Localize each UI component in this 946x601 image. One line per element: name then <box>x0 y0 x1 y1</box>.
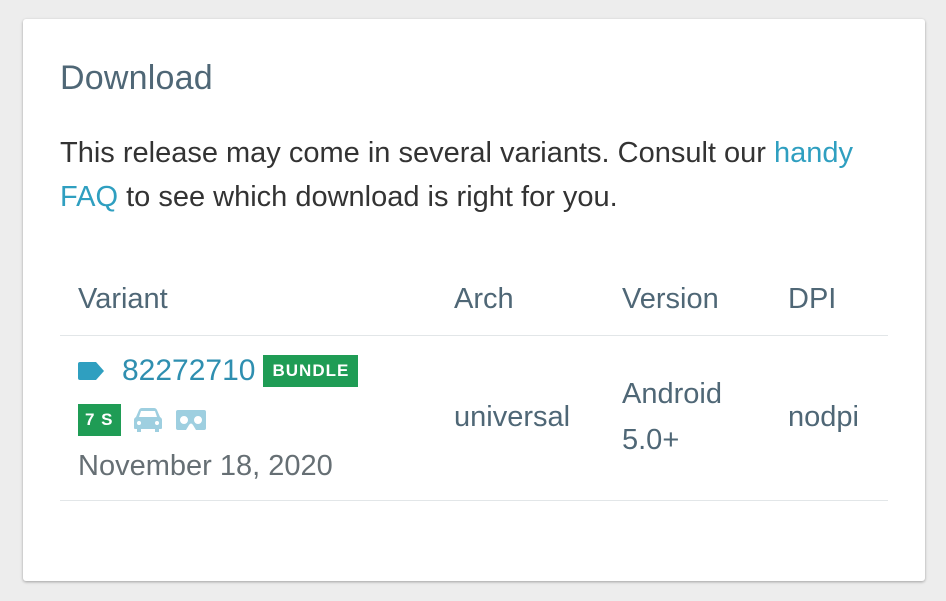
cell-version: Android 5.0+ <box>604 335 770 501</box>
version-line1: Android <box>622 378 722 410</box>
download-card: Download This release may come in severa… <box>23 19 925 581</box>
header-arch: Arch <box>436 267 604 336</box>
sdk-badge: 7 S <box>78 404 121 436</box>
table-header-row: Variant Arch Version DPI <box>60 267 888 336</box>
car-icon <box>133 408 162 432</box>
header-version: Version <box>604 267 770 336</box>
bundle-badge: BUNDLE <box>263 355 359 387</box>
description: This release may come in several variant… <box>60 131 880 219</box>
table-row: 82272710 BUNDLE 7 S November 18, 2020 un… <box>60 335 888 501</box>
card-title: Download <box>60 59 213 97</box>
cell-arch: universal <box>436 335 604 501</box>
cell-variant: 82272710 BUNDLE 7 S November 18, 2020 <box>60 335 436 501</box>
tag-icon <box>78 362 104 380</box>
cell-dpi: nodpi <box>770 335 888 501</box>
variants-table: Variant Arch Version DPI 82272710 BUNDLE <box>60 267 888 501</box>
header-variant: Variant <box>60 267 436 336</box>
vr-headset-icon <box>175 410 206 430</box>
release-date: November 18, 2020 <box>78 450 333 482</box>
description-text-after: to see which download is right for you. <box>118 181 618 213</box>
variant-id-link[interactable]: 82272710 <box>122 348 255 394</box>
version-line2: 5.0+ <box>622 424 680 456</box>
description-text-before: This release may come in several variant… <box>60 137 775 169</box>
header-dpi: DPI <box>770 267 888 336</box>
